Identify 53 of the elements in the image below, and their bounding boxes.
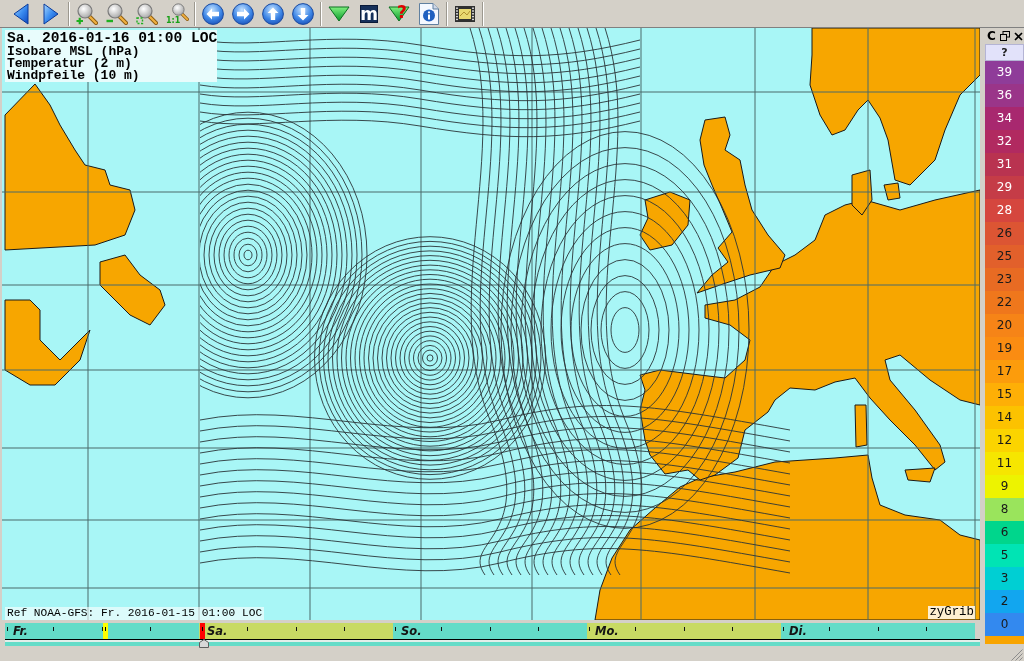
color-scale-entry: 9 [985,475,1024,498]
color-scale-entry: 12 [985,429,1024,452]
timeline-day-segment[interactable]: Di. [781,623,975,639]
size-grip-icon[interactable] [1011,649,1023,661]
credit-label: zyGrib [928,606,975,619]
color-scale-entry: 28 [985,199,1024,222]
timeline-day-segment[interactable]: Sa. [199,623,393,639]
restore-icon[interactable] [999,31,1010,41]
reference-time-label: Ref NOAA-GFS: Fr. 2016-01-15 01:00 LOC [5,607,265,620]
forecast-datetime: Sa. 2016-01-16 01:00 LOC [7,30,215,46]
color-scale-entry: 25 [985,245,1024,268]
film-strip-icon [455,5,475,22]
color-scale-entry: 3 [985,567,1024,590]
color-scale-entry: 32 [985,130,1024,153]
timeline-day-segment[interactable]: So. [393,623,587,639]
color-scale-entry: 31 [985,153,1024,176]
color-scale-entry: 29 [985,176,1024,199]
timeline-day-segment[interactable]: Mo. [587,623,781,639]
color-scale-entry: 8 [985,498,1024,521]
info-document-icon [419,2,439,25]
close-icon[interactable] [1013,31,1023,41]
color-scale-entry: 11 [985,452,1024,475]
circle-arrow-up-icon [262,2,284,25]
color-scale-entry: 6 [985,521,1024,544]
color-scale-entry: 26 [985,222,1024,245]
triangle-down-icon [388,5,410,22]
unit-label: ? [985,44,1024,61]
circle-arrow-down-icon [292,2,314,25]
triangle-down-icon [328,5,350,22]
color-scale-entry: 17 [985,360,1024,383]
color-scale-entry: 0 [985,613,1024,636]
color-scale-entry: 19 [985,337,1024,360]
layer-label: Isobare MSL (hPa) [7,46,141,58]
color-scale-entry: 22 [985,291,1024,314]
triangle-left-icon [13,2,29,25]
circle-arrow-right-icon [232,2,254,25]
layer-label: Temperatur (2 m) [7,58,132,70]
panel-title: C [987,29,996,43]
circle-arrow-left-icon [202,2,224,25]
color-scale-entry: 5 [985,544,1024,567]
color-scale-entry: 2 [985,590,1024,613]
color-scale-entry: 36 [985,84,1024,107]
color-scale-entry: 23 [985,268,1024,291]
logo-button[interactable]: m [360,4,378,23]
timeline-day-segment[interactable]: Fr. [5,623,199,639]
color-scale-entry: 34 [985,107,1024,130]
color-scale-entry: 15 [985,383,1024,406]
color-scale-entry: 20 [985,314,1024,337]
layer-label: Windpfeile (10 m) [7,70,141,82]
color-scale-entry: 39 [985,61,1024,84]
triangle-right-icon [43,2,59,25]
color-scale-entry: 14 [985,406,1024,429]
timeline-slider-track[interactable] [5,639,980,648]
